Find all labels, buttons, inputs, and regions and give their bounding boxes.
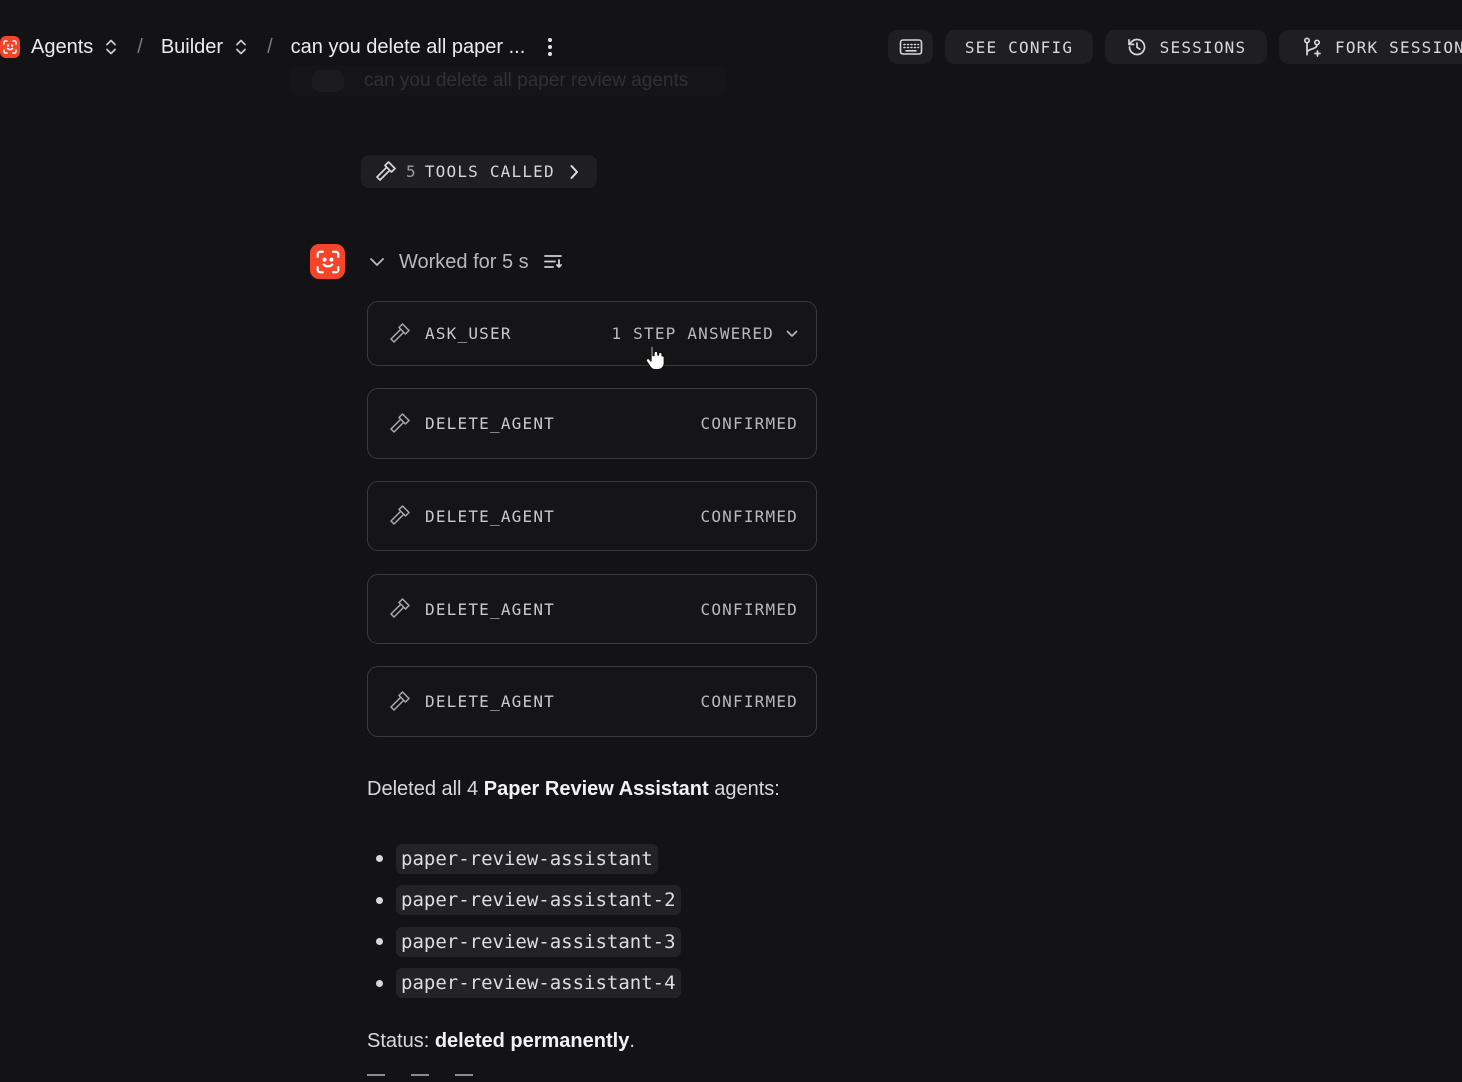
worked-toggle[interactable]: Worked for 5 s xyxy=(369,247,565,277)
response-status-prefix: Status: xyxy=(367,1030,435,1052)
tool-call-ask-user[interactable]: ASK_USER 1 STEP ANSWERED xyxy=(367,301,817,366)
breadcrumb-separator: / xyxy=(137,35,143,58)
keyboard-button[interactable] xyxy=(888,30,933,64)
agent-id-code: paper-review-assistant xyxy=(396,843,658,874)
tool-call-name: DELETE_AGENT xyxy=(425,599,555,619)
chevron-right-icon xyxy=(569,164,579,180)
agent-id-code: paper-review-assistant-3 xyxy=(396,926,681,957)
previous-user-message-text: can you delete all paper review agents xyxy=(364,70,689,91)
session-title[interactable]: can you delete all paper ... xyxy=(291,36,526,59)
top-bar: Agents / Builder / can you delete all pa… xyxy=(0,0,1462,94)
chevron-down-icon xyxy=(786,330,798,337)
tool-call-delete-agent[interactable]: DELETE_AGENT CONFIRMED xyxy=(367,388,817,459)
response-status-suffix: . xyxy=(629,1030,635,1052)
hammer-icon xyxy=(388,412,410,435)
breadcrumb-agents[interactable]: Agents xyxy=(31,36,117,59)
agent-id-code: paper-review-assistant-2 xyxy=(396,885,681,916)
chevron-updown-icon[interactable] xyxy=(105,38,117,56)
hammer-icon xyxy=(388,505,410,527)
list-item: paper-review-assistant-4 xyxy=(376,963,681,1005)
list-item: paper-review-assistant xyxy=(376,838,681,880)
user-avatar xyxy=(312,70,344,92)
response-status: Status: deleted permanently. xyxy=(367,1030,635,1053)
previous-user-message: can you delete all paper review agents xyxy=(290,66,726,96)
text-wrap-icon[interactable] xyxy=(543,253,565,271)
tools-called-count: 5 xyxy=(406,162,417,181)
hammer-icon xyxy=(388,690,410,713)
app-page: Agents / Builder / can you delete all pa… xyxy=(0,0,1462,1082)
response-summary-prefix: Deleted all 4 xyxy=(367,778,484,800)
retry-icon[interactable] xyxy=(411,1074,429,1082)
breadcrumb-agents-label: Agents xyxy=(31,35,94,58)
response-status-bold: deleted permanently xyxy=(434,1030,630,1052)
worked-label: Worked for 5 s xyxy=(399,250,529,273)
kebab-menu-icon[interactable] xyxy=(547,37,553,57)
tool-call-name: ASK_USER xyxy=(425,324,512,343)
response-summary-suffix: agents: xyxy=(708,778,780,800)
bullet xyxy=(376,855,383,863)
tool-call-delete-agent[interactable]: DELETE_AGENT CONFIRMED xyxy=(367,574,817,644)
agent-logo-icon xyxy=(310,244,345,279)
fork-session-label: FORK SESSION xyxy=(1335,37,1462,57)
tools-called-label: TOOLS CALLED xyxy=(424,162,555,181)
message-actions xyxy=(367,1074,473,1082)
response-summary: Deleted all 4 Paper Review Assistant age… xyxy=(367,778,780,801)
keyboard-icon xyxy=(899,39,922,55)
bullet xyxy=(376,896,383,904)
breadcrumb-builder-label: Builder xyxy=(160,35,224,58)
tool-call-status: CONFIRMED xyxy=(700,692,798,711)
sessions-label: SESSIONS xyxy=(1159,37,1247,57)
hand-cursor-icon xyxy=(644,343,668,376)
tool-call-status: CONFIRMED xyxy=(700,506,798,526)
tool-call-status: CONFIRMED xyxy=(700,414,798,433)
see-config-label: SEE CONFIG xyxy=(964,37,1074,57)
bullet xyxy=(376,938,383,946)
hammer-icon xyxy=(376,160,396,181)
tool-call-delete-agent[interactable]: DELETE_AGENT CONFIRMED xyxy=(367,481,817,551)
tool-call-status: 1 STEP ANSWERED xyxy=(612,324,799,343)
breadcrumb-separator: / xyxy=(267,35,273,58)
list-item: paper-review-assistant-2 xyxy=(376,880,681,922)
agent-logo-icon[interactable] xyxy=(0,36,20,58)
sessions-button[interactable]: SESSIONS xyxy=(1105,30,1267,64)
thumbs-icon[interactable] xyxy=(455,1074,473,1082)
git-fork-icon xyxy=(1303,37,1321,57)
list-item: paper-review-assistant-3 xyxy=(376,921,681,963)
agent-id-code: paper-review-assistant-4 xyxy=(396,968,681,999)
deleted-agents-list: paper-review-assistant paper-review-assi… xyxy=(376,838,681,1004)
tools-called-toggle[interactable]: 5 TOOLS CALLED xyxy=(361,155,597,188)
breadcrumb-builder[interactable]: Builder xyxy=(161,36,247,59)
copy-icon[interactable] xyxy=(367,1074,385,1082)
fork-session-button[interactable]: FORK SESSION xyxy=(1279,30,1462,64)
chevron-down-icon xyxy=(369,257,385,267)
see-config-button[interactable]: SEE CONFIG xyxy=(945,30,1093,64)
response-summary-bold: Paper Review Assistant xyxy=(483,778,709,800)
tool-call-name: DELETE_AGENT xyxy=(425,506,555,526)
breadcrumb: Agents / Builder / can you delete all pa… xyxy=(0,30,553,64)
tool-call-name: DELETE_AGENT xyxy=(425,692,555,711)
chevron-updown-icon[interactable] xyxy=(235,38,247,56)
tool-call-status-label: 1 STEP ANSWERED xyxy=(611,324,774,343)
history-icon xyxy=(1127,38,1145,56)
hammer-icon xyxy=(388,322,410,345)
tool-call-delete-agent[interactable]: DELETE_AGENT CONFIRMED xyxy=(367,666,817,737)
hammer-icon xyxy=(388,598,410,620)
tool-call-status: CONFIRMED xyxy=(700,599,798,619)
bullet xyxy=(376,979,383,987)
tool-call-name: DELETE_AGENT xyxy=(425,414,555,433)
